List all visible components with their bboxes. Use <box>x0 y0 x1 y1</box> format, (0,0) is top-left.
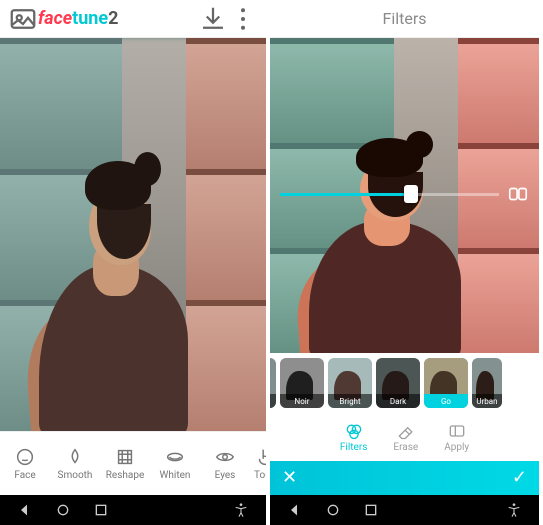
nav-accessibility-icon[interactable] <box>495 502 533 518</box>
filter-thumb-noir[interactable]: Noir <box>280 358 324 408</box>
tool-face[interactable]: Face <box>0 446 50 481</box>
android-navbar <box>270 495 539 525</box>
page-title: Filters <box>382 9 426 28</box>
nav-recent[interactable] <box>82 502 120 518</box>
action-label: Erase <box>393 442 418 453</box>
photo-canvas-filtered[interactable] <box>270 38 539 353</box>
tool-reshape[interactable]: Reshape <box>100 446 150 481</box>
filter-thumb-urban[interactable]: Urban <box>472 358 502 408</box>
action-label: Filters <box>340 442 368 453</box>
thumb-label: Urban <box>472 394 502 408</box>
nav-home[interactable] <box>314 502 352 518</box>
cancel-button[interactable]: ✕ <box>282 469 297 487</box>
brand-face: face <box>38 8 72 29</box>
filter-thumbs: le Noir Bright Dark Go Urban <box>270 353 539 413</box>
confirm-bar: ✕ ✓ <box>270 461 539 495</box>
filter-thumb-dark[interactable]: Dark <box>376 358 420 408</box>
nav-back[interactable] <box>276 502 314 518</box>
action-apply[interactable]: Apply <box>444 421 469 453</box>
tool-label: Face <box>14 470 35 481</box>
tool-row: Face Smooth Reshape Whiten Eyes Touc <box>0 431 266 495</box>
android-navbar <box>0 495 266 525</box>
photo-canvas[interactable] <box>0 38 266 431</box>
more-icon[interactable] <box>228 4 258 34</box>
thumb-label: Dark <box>376 394 420 408</box>
tool-eyes[interactable]: Eyes <box>200 446 250 481</box>
intensity-slider[interactable] <box>280 193 499 196</box>
topbar-right: Filters <box>270 0 539 38</box>
action-row: Filters Erase Apply <box>270 413 539 461</box>
tool-touch[interactable]: Touc <box>250 446 266 481</box>
action-label: Apply <box>444 442 469 453</box>
tool-label: Reshape <box>106 470 145 481</box>
export-icon[interactable] <box>198 4 228 34</box>
tool-label: Whiten <box>160 470 191 481</box>
slider-knob[interactable] <box>404 185 418 203</box>
brand-tune: tune <box>72 8 108 29</box>
brand-two: 2 <box>108 8 118 29</box>
action-erase[interactable]: Erase <box>393 421 418 453</box>
brand-logo: facetune2 <box>38 8 118 29</box>
tool-whiten[interactable]: Whiten <box>150 446 200 481</box>
topbar-left: facetune2 <box>0 0 266 38</box>
nav-recent[interactable] <box>352 502 390 518</box>
thumb-label: le <box>270 394 276 408</box>
tool-label: Smooth <box>58 470 93 481</box>
nav-accessibility-icon[interactable] <box>222 502 260 518</box>
tool-smooth[interactable]: Smooth <box>50 446 100 481</box>
tool-label: Touc <box>254 470 266 481</box>
gallery-icon[interactable] <box>8 4 38 34</box>
compare-icon[interactable] <box>507 183 529 205</box>
tool-label: Eyes <box>215 470 236 481</box>
filter-thumb-le[interactable]: le <box>270 358 276 408</box>
screen-editor: facetune2 Face Smooth Reshape <box>0 0 270 525</box>
filter-thumb-bright[interactable]: Bright <box>328 358 372 408</box>
thumb-label: Bright <box>328 394 372 408</box>
filter-thumb-gold[interactable]: Go <box>424 358 468 408</box>
action-filters[interactable]: Filters <box>340 421 368 453</box>
thumb-label: Noir <box>280 394 324 408</box>
screen-filters: Filters le Noir Bright Dark Go Urban Fil… <box>270 0 539 525</box>
intensity-slider-bar <box>270 183 539 205</box>
nav-back[interactable] <box>6 502 44 518</box>
confirm-button[interactable]: ✓ <box>512 469 527 487</box>
thumb-label: Go <box>424 394 468 408</box>
nav-home[interactable] <box>44 502 82 518</box>
